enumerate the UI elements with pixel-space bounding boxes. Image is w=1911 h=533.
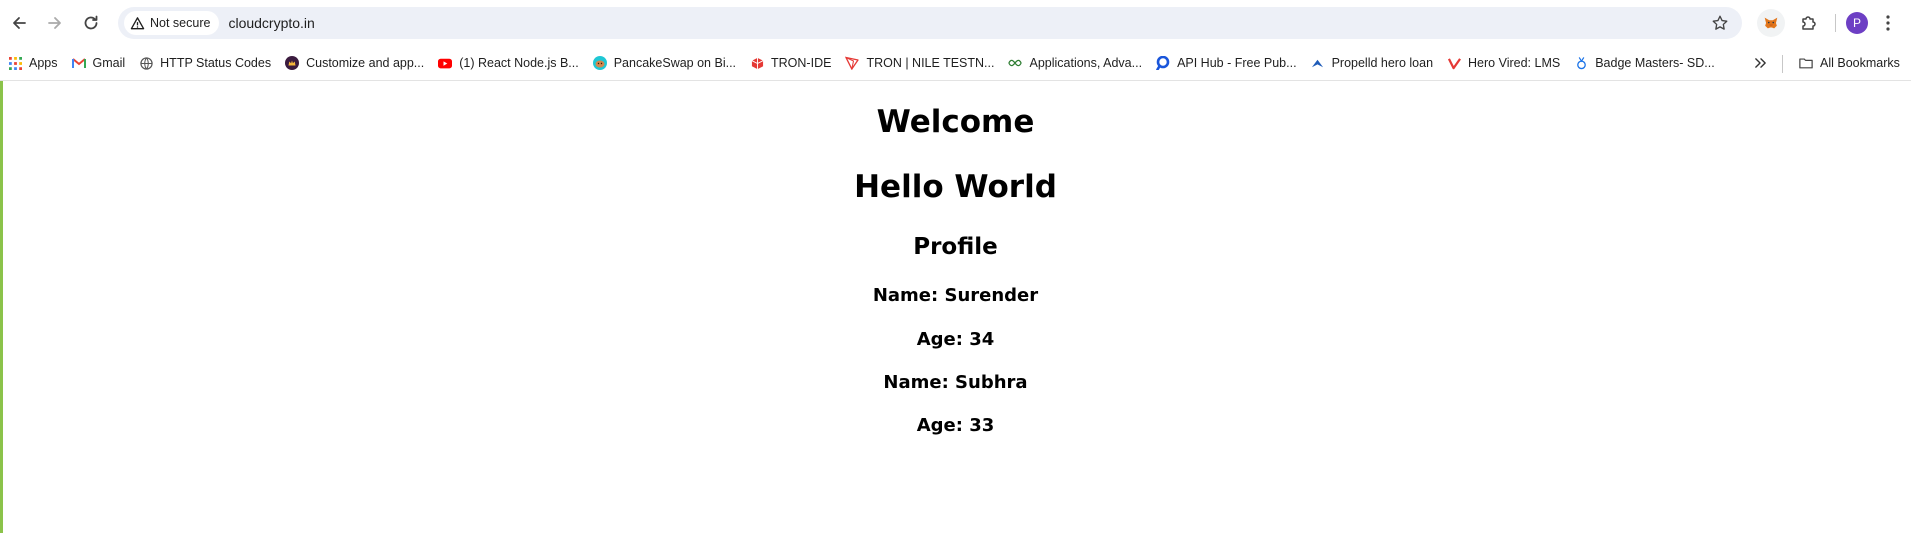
bookmark-label: HTTP Status Codes	[160, 56, 272, 70]
bookmark-label: Badge Masters- SD...	[1595, 56, 1715, 70]
tron-ide-icon	[750, 56, 764, 70]
youtube-icon	[438, 56, 453, 70]
bookmark-label: Hero Vired: LMS	[1468, 56, 1561, 70]
toolbar-divider	[1835, 14, 1836, 32]
bookmark-youtube[interactable]: (1) React Node.js B...	[431, 49, 586, 77]
badge-icon	[1574, 56, 1588, 70]
forward-button[interactable]	[37, 5, 73, 41]
propelld-icon	[1311, 56, 1325, 70]
all-bookmarks-label: All Bookmarks	[1820, 56, 1900, 70]
hello-world-heading: Hello World	[854, 169, 1057, 205]
back-button[interactable]	[1, 5, 37, 41]
star-icon	[1712, 15, 1728, 30]
toolbar-right: P	[1755, 7, 1900, 39]
bookmark-badge-masters[interactable]: Badge Masters- SD...	[1567, 49, 1722, 77]
all-bookmarks-button[interactable]: All Bookmarks	[1792, 49, 1907, 77]
bookmark-http-status[interactable]: HTTP Status Codes	[132, 49, 278, 77]
menu-button[interactable]	[1876, 7, 1900, 39]
bookmarks-overflow-button[interactable]	[1749, 49, 1771, 77]
bookmark-label: Propelld hero loan	[1331, 56, 1434, 70]
bookmark-hero-vired[interactable]: Hero Vired: LMS	[1440, 49, 1567, 77]
extensions-button[interactable]	[1793, 7, 1825, 39]
globe-icon	[139, 56, 153, 70]
bookmarks-divider	[1782, 55, 1783, 73]
pancakeswap-icon	[592, 56, 607, 70]
profile-avatar[interactable]: P	[1846, 12, 1868, 34]
tron-icon	[845, 56, 860, 70]
bookmark-label: API Hub - Free Pub...	[1177, 56, 1297, 70]
bookmark-label: Applications, Adva...	[1029, 56, 1143, 70]
bookmark-label: Gmail	[92, 56, 126, 70]
api-hub-icon	[1156, 56, 1170, 70]
welcome-heading: Welcome	[876, 104, 1035, 140]
profile-age-2: Age: 33	[916, 415, 995, 436]
forward-arrow-icon	[48, 17, 61, 29]
back-arrow-icon	[13, 17, 26, 29]
profile-name-1: Name: Surender	[872, 285, 1039, 306]
bookmarks-bar: Apps Gmail HTTP Status Codes Customize a…	[0, 46, 1911, 81]
bookmark-applications[interactable]: Applications, Adva...	[1001, 49, 1149, 77]
bookmark-tron-ide[interactable]: TRON-IDE	[743, 49, 838, 77]
folder-icon	[1799, 56, 1813, 70]
applications-icon	[1008, 56, 1023, 70]
url-text[interactable]: cloudcrypto.in	[228, 15, 314, 31]
bookmark-api-hub[interactable]: API Hub - Free Pub...	[1149, 49, 1304, 77]
window-edge-accent	[0, 80, 3, 533]
bookmark-label: Apps	[29, 56, 58, 70]
more-vert-icon	[1886, 15, 1890, 31]
bookmark-label: PancakeSwap on Bi...	[613, 56, 737, 70]
apps-grid-icon	[8, 56, 22, 70]
crown-icon	[285, 56, 300, 70]
bookmark-gmail[interactable]: Gmail	[65, 49, 133, 77]
security-label: Not secure	[150, 16, 211, 30]
profile-age-1: Age: 34	[916, 329, 995, 350]
hero-vired-icon	[1447, 56, 1461, 70]
puzzle-icon	[1802, 16, 1816, 30]
reload-button[interactable]	[73, 5, 109, 41]
address-bar[interactable]: Not secure cloudcrypto.in	[118, 7, 1742, 39]
bookmark-pancakeswap[interactable]: PancakeSwap on Bi...	[586, 49, 743, 77]
bookmark-star-button[interactable]	[1708, 11, 1732, 35]
warning-icon	[130, 16, 145, 29]
bookmark-label: TRON | NILE TESTN...	[866, 56, 995, 70]
profile-heading: Profile	[913, 234, 998, 260]
profile-name-2: Name: Subhra	[883, 372, 1028, 393]
reload-icon	[84, 15, 98, 30]
fox-icon	[1764, 17, 1778, 29]
security-chip[interactable]: Not secure	[124, 11, 220, 35]
browser-toolbar: Not secure cloudcrypto.in P	[0, 0, 1911, 46]
gmail-icon	[71, 56, 86, 70]
bookmark-label: TRON-IDE	[771, 56, 832, 70]
bookmark-tron-nile[interactable]: TRON | NILE TESTN...	[838, 49, 1001, 77]
double-chevron-right-icon	[1754, 58, 1766, 68]
bookmark-customize[interactable]: Customize and app...	[278, 49, 431, 77]
bookmark-label: Customize and app...	[306, 56, 425, 70]
bookmark-propelld[interactable]: Propelld hero loan	[1304, 49, 1440, 77]
bookmark-apps[interactable]: Apps	[1, 49, 65, 77]
metamask-extension-button[interactable]	[1757, 9, 1785, 37]
bookmark-label: (1) React Node.js B...	[459, 56, 579, 70]
